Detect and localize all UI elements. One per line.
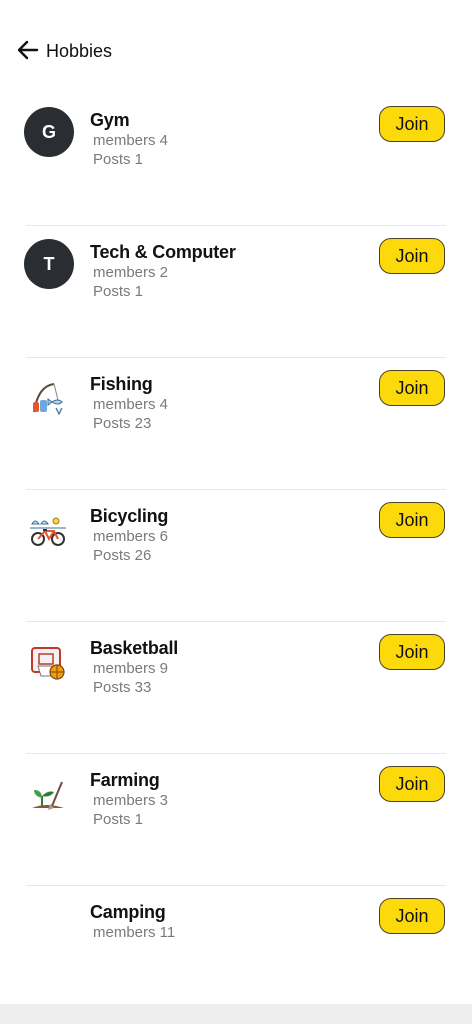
app-header: Hobbies [0, 0, 472, 100]
hobby-item-tech[interactable]: T Tech & Computer members 2 Posts 1 Join [0, 226, 472, 358]
hobby-name: Camping [90, 902, 166, 922]
bottom-bar [0, 1004, 472, 1024]
fishing-icon [33, 383, 63, 416]
page-title: Hobbies [46, 41, 113, 61]
posts-count: Posts 1 [93, 811, 144, 828]
members-count: members 3 [93, 792, 169, 809]
avatar: G [24, 107, 74, 157]
hobby-name: Bicycling [90, 506, 169, 526]
members-count: members 4 [93, 396, 169, 413]
posts-count: Posts 26 [93, 547, 152, 564]
bicycle-icon [30, 517, 66, 546]
posts-count: Posts 33 [93, 679, 152, 696]
arrow-left-icon [17, 40, 39, 60]
back-button[interactable] [14, 36, 42, 64]
members-count: members 4 [93, 132, 169, 149]
hobby-item-fishing[interactable]: Fishing members 4 Posts 23 Join [0, 358, 472, 490]
posts-count: Posts 1 [93, 151, 144, 168]
join-button[interactable]: Join [379, 502, 445, 538]
hobby-item-basketball[interactable]: Basketball members 9 Posts 33 Join [0, 622, 472, 754]
hobby-name: Gym [90, 110, 130, 130]
members-count: members 2 [93, 264, 169, 281]
farming-icon [32, 781, 64, 810]
join-button[interactable]: Join [379, 370, 445, 406]
join-button[interactable]: Join [379, 106, 445, 142]
hobby-list: G Gym members 4 Posts 1 Join T Tech & Co… [0, 94, 472, 1018]
hobby-item-bicycling[interactable]: Bicycling members 6 Posts 26 Join [0, 490, 472, 622]
join-button[interactable]: Join [379, 766, 445, 802]
hobby-name: Tech & Computer [90, 242, 236, 262]
members-count: members 6 [93, 528, 169, 545]
members-count: members 11 [93, 924, 176, 941]
join-button[interactable]: Join [379, 238, 445, 274]
hobby-name: Fishing [90, 374, 153, 394]
avatar: T [24, 239, 74, 289]
posts-count: Posts 23 [93, 415, 152, 432]
hobby-item-farming[interactable]: Farming members 3 Posts 1 Join [0, 754, 472, 886]
list-fade [0, 948, 472, 1004]
members-count: members 9 [93, 660, 169, 677]
basketball-hoop-icon [31, 647, 65, 680]
hobby-name: Farming [90, 770, 160, 790]
join-button[interactable]: Join [379, 898, 445, 934]
hobby-item-gym[interactable]: G Gym members 4 Posts 1 Join [0, 94, 472, 226]
hobby-name: Basketball [90, 638, 179, 658]
join-button[interactable]: Join [379, 634, 445, 670]
posts-count: Posts 1 [93, 283, 144, 300]
